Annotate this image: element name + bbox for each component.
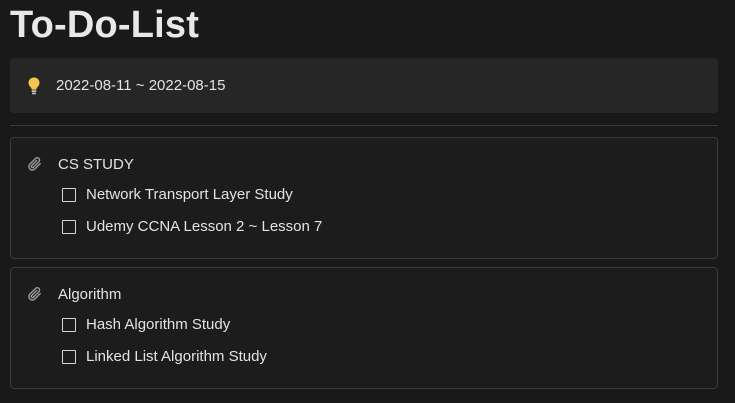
todo-label[interactable]: Udemy CCNA Lesson 2 ~ Lesson 7	[86, 218, 322, 235]
date-callout[interactable]: 2022-08-11 ~ 2022-08-15	[10, 58, 718, 113]
lightbulb-icon	[26, 76, 42, 96]
date-range-text: 2022-08-11 ~ 2022-08-15	[56, 77, 226, 94]
group-header: CS STUDY	[27, 156, 134, 173]
group-title: CS STUDY	[58, 156, 134, 173]
divider	[10, 125, 718, 126]
group-header: Algorithm	[27, 286, 121, 303]
todo-label[interactable]: Network Transport Layer Study	[86, 186, 293, 203]
page-title: To-Do-List	[10, 4, 200, 46]
todo-item[interactable]: Udemy CCNA Lesson 2 ~ Lesson 7	[62, 218, 322, 235]
todo-item[interactable]: Hash Algorithm Study	[62, 316, 230, 333]
todo-checkbox[interactable]	[62, 317, 76, 332]
todo-label[interactable]: Hash Algorithm Study	[86, 316, 230, 333]
page: To-Do-List 2022-08-11 ~ 2022-08-15 CS ST…	[0, 0, 735, 403]
todo-item[interactable]: Network Transport Layer Study	[62, 186, 293, 203]
todo-group-cs-study: CS STUDY Network Transport Layer Study U…	[10, 137, 718, 259]
todo-checkbox[interactable]	[62, 349, 76, 364]
paperclip-icon	[27, 156, 44, 173]
todo-checkbox[interactable]	[62, 219, 76, 234]
todo-label[interactable]: Linked List Algorithm Study	[86, 348, 267, 365]
todo-checkbox[interactable]	[62, 187, 76, 202]
todo-item[interactable]: Linked List Algorithm Study	[62, 348, 267, 365]
paperclip-icon	[27, 286, 44, 303]
group-title: Algorithm	[58, 286, 122, 303]
todo-group-algorithm: Algorithm Hash Algorithm Study Linked Li…	[10, 267, 718, 389]
